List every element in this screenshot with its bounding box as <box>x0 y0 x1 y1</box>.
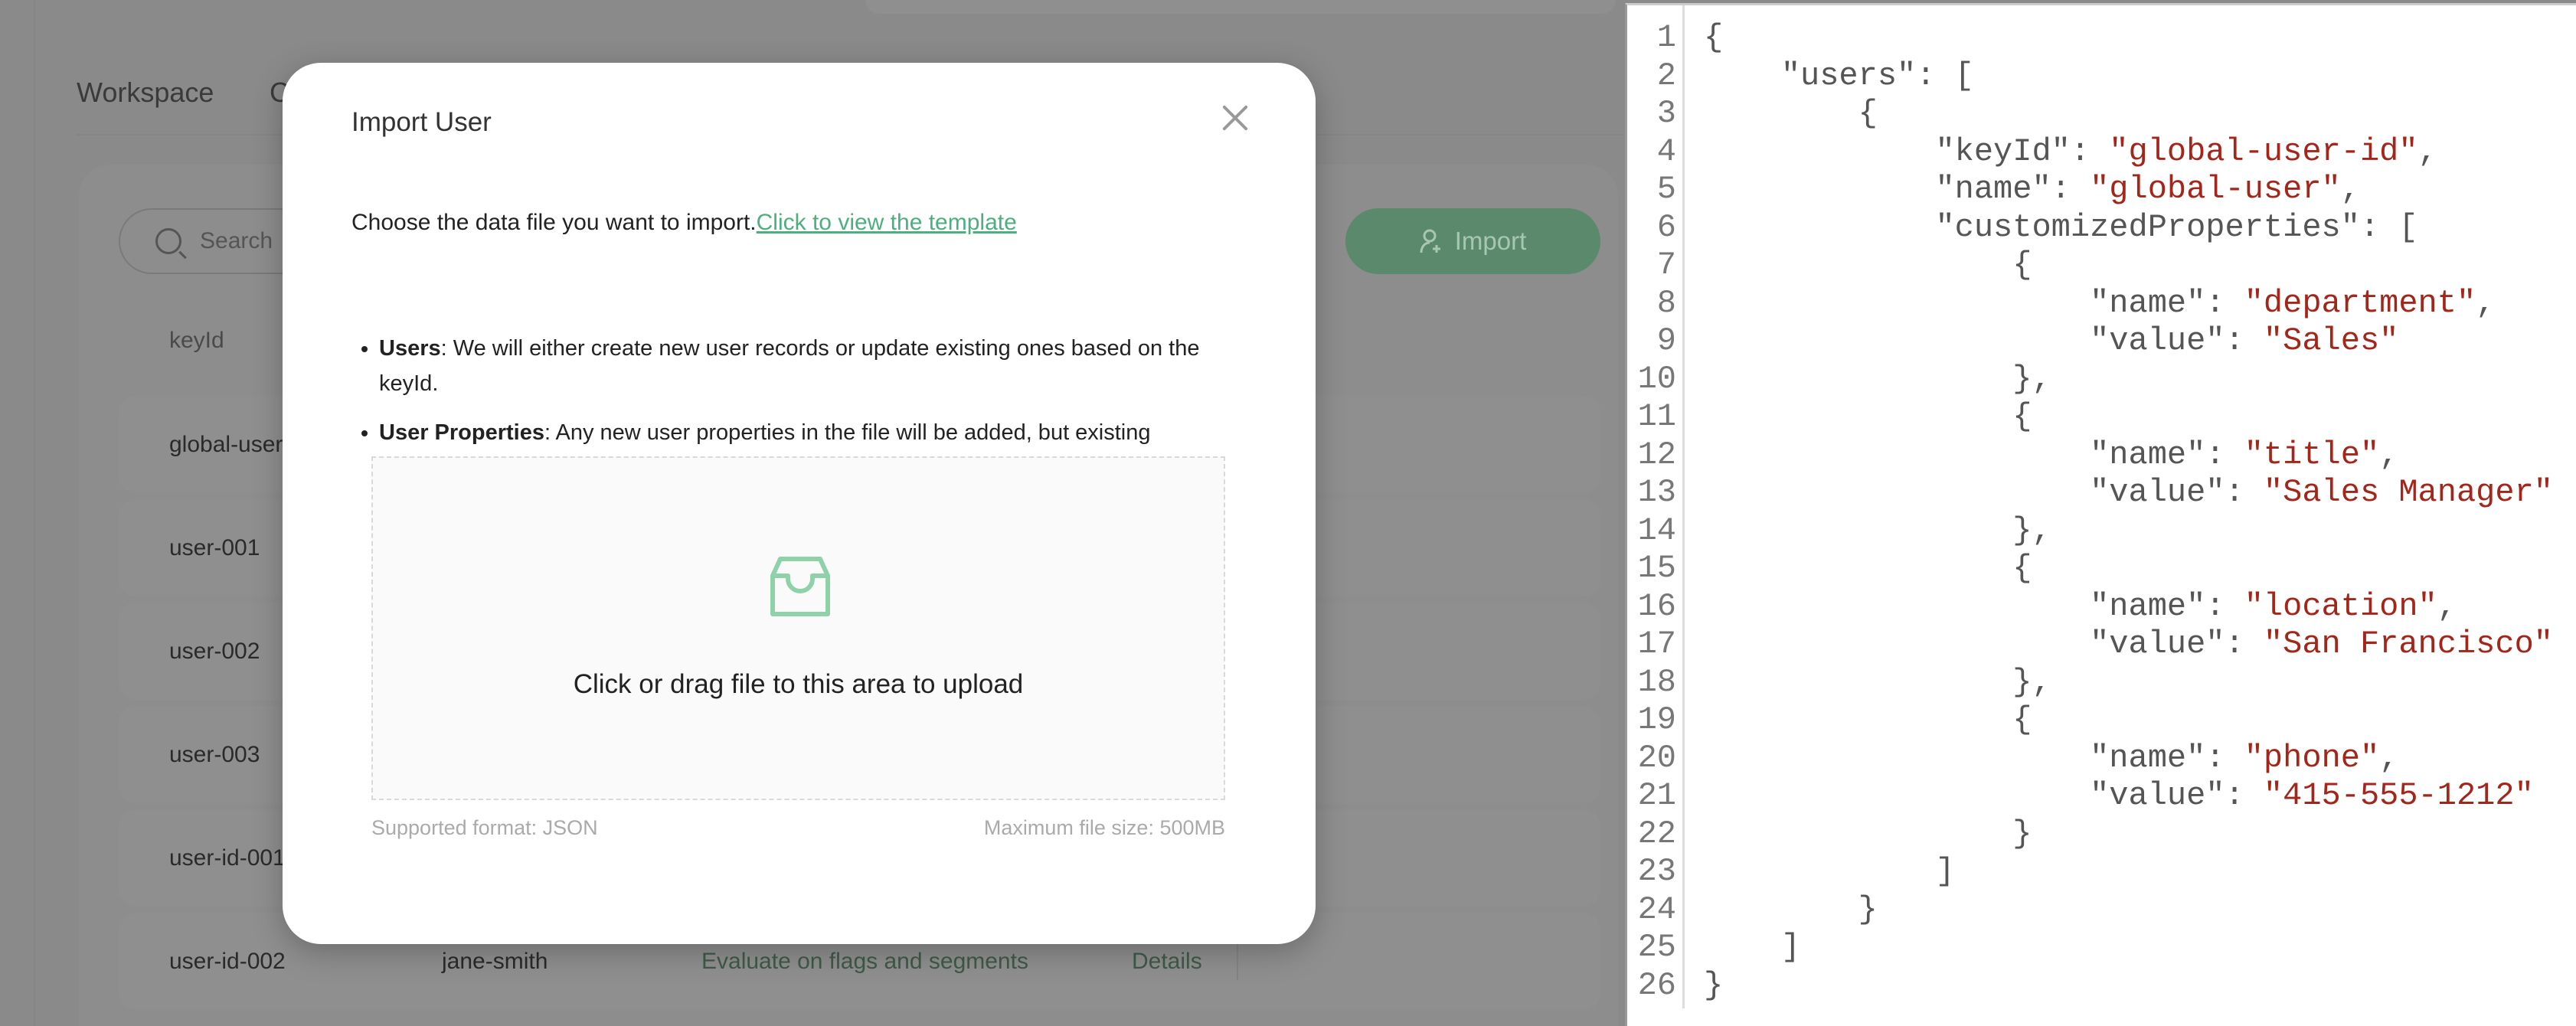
code-line: "users": [ <box>1704 57 1974 94</box>
json-template-viewer: 1 2 3 4 5 6 7 8 9 10 11 12 13 14 15 16 17 18 19 20 21 22 23 24 2… <box>1625 3 2576 1026</box>
string-value: "415-555-1212" <box>2263 777 2534 814</box>
line-number: 9 <box>1656 322 1676 359</box>
string-value: "title" <box>2244 436 2380 473</box>
string-value: "global-user" <box>2090 171 2341 207</box>
code-line: ] <box>1704 929 1801 966</box>
code-line: ] <box>1704 853 1955 890</box>
string-value: "location" <box>2244 587 2437 625</box>
code-line: "name": "department", <box>1704 284 2496 322</box>
line-number: 4 <box>1656 132 1676 170</box>
code-line: { <box>1704 701 2032 738</box>
user-add-icon <box>1420 229 1440 253</box>
line-number: 2 <box>1656 57 1676 94</box>
modal-intro: Choose the data file you want to import.… <box>351 210 1017 236</box>
line-number: 1 <box>1656 19 1676 56</box>
close-icon[interactable] <box>1217 100 1254 136</box>
cell-keyid: user-001 <box>169 534 260 560</box>
line-number: 3 <box>1656 95 1676 132</box>
code-line: "value": "Sales" <box>1704 322 2399 359</box>
code-line: "name": "title", <box>1704 436 2399 473</box>
cell-keyid: global-user <box>169 431 283 457</box>
line-number: 25 <box>1637 929 1676 966</box>
line-number: 24 <box>1637 890 1676 928</box>
line-number: 7 <box>1656 247 1676 283</box>
line-number: 17 <box>1637 626 1676 662</box>
code-line: }, <box>1704 663 2051 701</box>
intro-text: Choose the data file you want to import. <box>351 210 757 235</box>
cell-name: jane-smith <box>442 948 548 974</box>
rule-text: : We will either create new user records… <box>379 336 1200 396</box>
search-placeholder: Search <box>200 228 273 253</box>
line-number: 11 <box>1637 398 1676 435</box>
line-number: 23 <box>1637 853 1676 890</box>
code-line: "name": "phone", <box>1704 739 2399 776</box>
rule-title: User Properties <box>379 420 544 445</box>
code-line: "value": "San Francisco" <box>1704 626 2553 662</box>
max-file-size: Maximum file size: 500MB <box>983 816 1225 839</box>
line-number: 12 <box>1637 436 1676 473</box>
line-number: 10 <box>1637 360 1676 397</box>
line-number: 18 <box>1637 663 1676 701</box>
code-line: } <box>1704 966 1724 1004</box>
code-line: { <box>1704 398 2032 435</box>
code-line: "value": "Sales Manager" <box>1704 474 2553 511</box>
code-line: "name": "location", <box>1704 587 2457 625</box>
line-number: 15 <box>1637 550 1676 587</box>
cell-keyid: user-003 <box>169 741 260 767</box>
line-number: 20 <box>1637 739 1676 776</box>
line-number: 26 <box>1637 966 1676 1004</box>
cell-keyid: user-002 <box>169 638 260 664</box>
string-value: "department" <box>2244 284 2476 322</box>
rule-title: Users <box>379 336 441 361</box>
line-number: 19 <box>1637 701 1676 738</box>
code-line: "customizedProperties": [ <box>1704 208 2418 246</box>
code-line: { <box>1704 550 2032 587</box>
line-number: 6 <box>1656 208 1676 246</box>
upload-text: Click or drag file to this area to uploa… <box>573 669 1024 699</box>
code-line: } <box>1704 815 2032 852</box>
line-number: 21 <box>1637 777 1676 814</box>
line-number: 5 <box>1656 171 1676 207</box>
inbox-icon <box>770 557 830 616</box>
code-line: { <box>1704 95 1878 132</box>
import-user-modal: Import User Choose the data file you wan… <box>283 63 1316 944</box>
sidebar-divider <box>34 0 35 1026</box>
code-line: { <box>1704 19 1724 56</box>
line-number: 8 <box>1656 284 1676 322</box>
string-value: "Sales" <box>2263 322 2399 359</box>
string-value: "phone" <box>2244 739 2380 776</box>
line-number: 13 <box>1637 474 1676 511</box>
code-line: }, <box>1704 360 2051 397</box>
code-line: }, <box>1704 511 2051 549</box>
line-number: 16 <box>1637 587 1676 625</box>
evaluate-link[interactable]: Evaluate on flags and segments <box>701 949 1028 975</box>
upload-dropzone[interactable]: Click or drag file to this area to uploa… <box>371 456 1225 800</box>
code-line: "value": "415-555-1212" <box>1704 777 2534 814</box>
cell-keyid: user-id-001 <box>169 845 286 871</box>
line-number-gutter: 1 2 3 4 5 6 7 8 9 10 11 12 13 14 15 16 17 18 19 20 21 22 23 24 2… <box>1627 5 1685 1008</box>
import-button-label: Import <box>1454 227 1527 255</box>
column-header-keyid: keyId <box>169 328 224 353</box>
search-icon <box>155 228 181 254</box>
string-value: "global-user-id" <box>2109 132 2418 170</box>
divider <box>1237 942 1238 980</box>
modal-title: Import User <box>351 107 492 137</box>
string-value: "San Francisco" <box>2263 626 2553 662</box>
cell-keyid: user-id-002 <box>169 948 286 974</box>
supported-format: Supported format: JSON <box>371 816 598 839</box>
tab-workspace[interactable]: Workspace <box>77 77 214 109</box>
top-card <box>865 0 1616 14</box>
line-number: 22 <box>1637 815 1676 852</box>
details-link[interactable]: Details <box>1132 949 1202 975</box>
line-number: 14 <box>1637 511 1676 549</box>
code-line: "keyId": "global-user-id", <box>1704 132 2437 170</box>
string-value: "Sales Manager" <box>2263 474 2553 511</box>
code-line: "name": "global-user", <box>1704 171 2360 207</box>
view-template-link[interactable]: Click to view the template <box>757 210 1017 235</box>
rule-users: Users: We will either create new user re… <box>379 331 1229 401</box>
import-button[interactable]: Import <box>1345 208 1600 274</box>
code-line: } <box>1704 890 1878 928</box>
code-line: { <box>1704 247 2032 283</box>
